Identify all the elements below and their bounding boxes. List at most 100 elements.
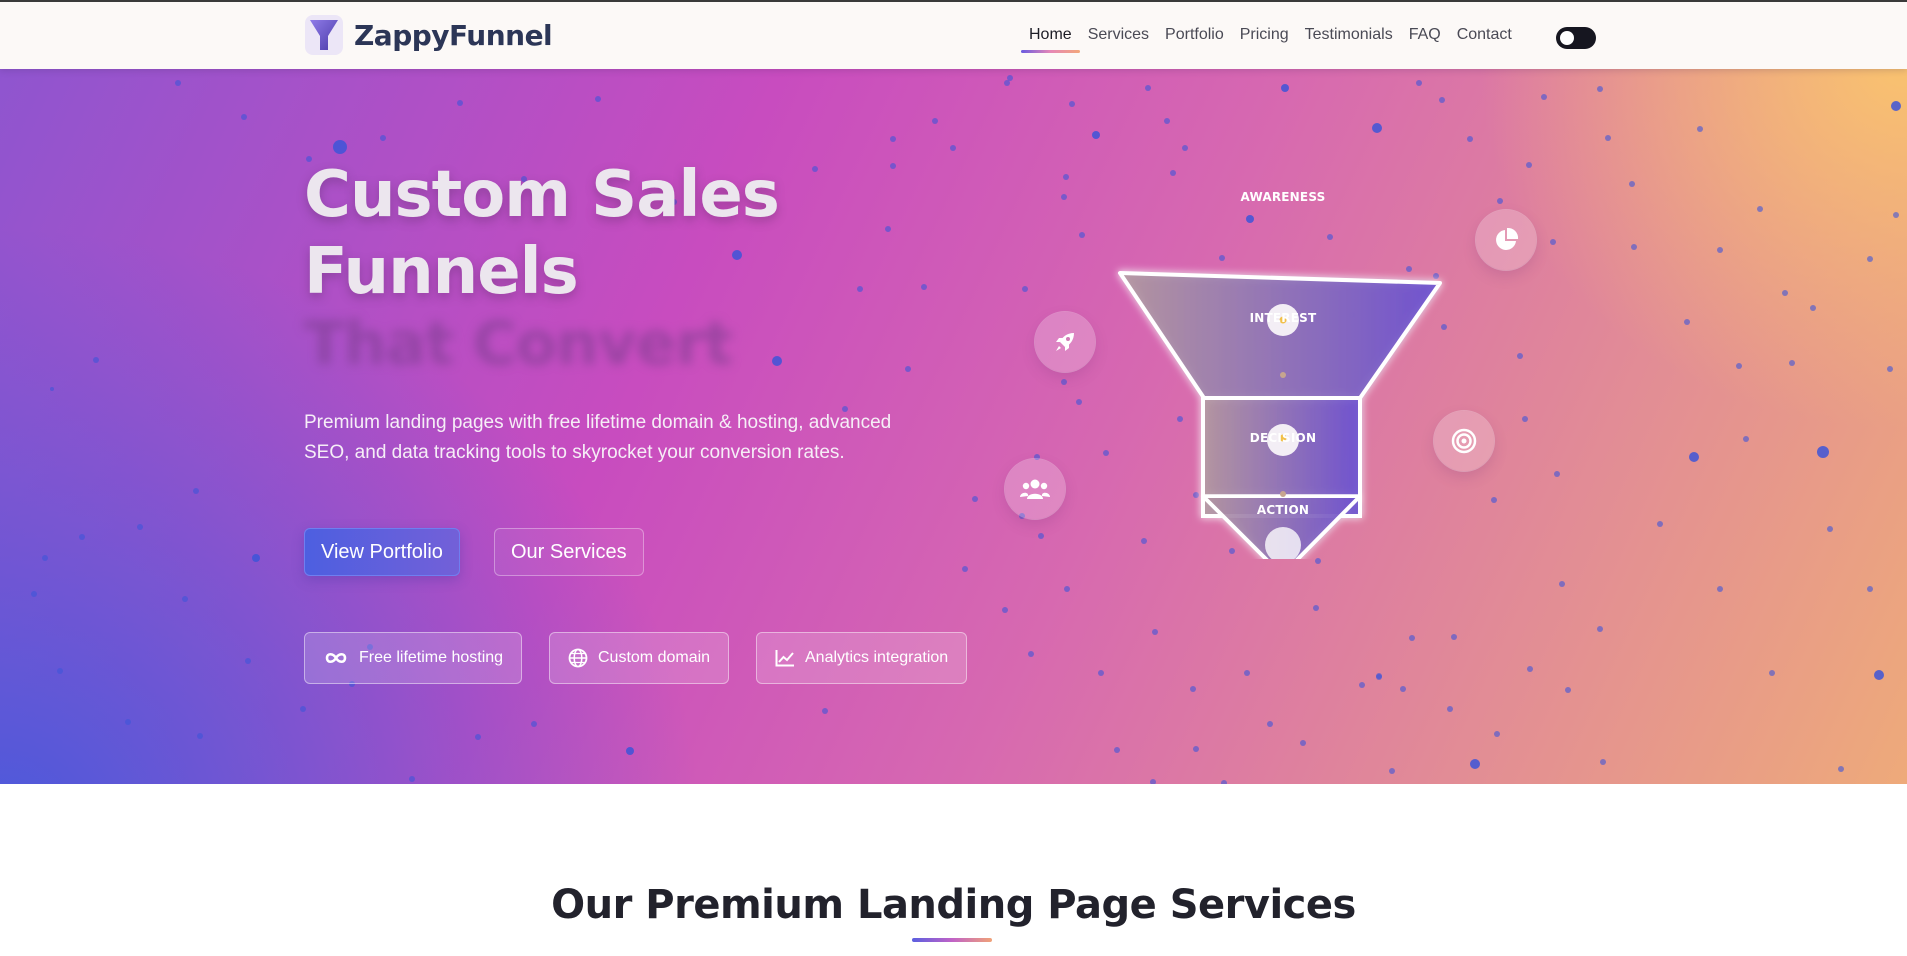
particle-dot	[1657, 521, 1663, 527]
particle-dot	[1182, 145, 1188, 151]
particle-dot	[890, 163, 896, 169]
particle-dot	[1061, 379, 1067, 385]
particle-dot	[1782, 290, 1788, 296]
users-orb	[1005, 459, 1065, 519]
particle-dot	[1526, 162, 1532, 168]
particle-dot	[1164, 118, 1170, 124]
particle-dot	[1893, 212, 1899, 218]
particle-dot	[1597, 86, 1603, 92]
feature-badge-domain: Custom domain	[549, 632, 730, 684]
nav-link-portfolio[interactable]: Portfolio	[1157, 26, 1232, 44]
particle-dot	[885, 226, 891, 232]
brand-link[interactable]: ZappyFunnel	[304, 14, 553, 56]
particle-dot	[1817, 446, 1829, 458]
particle-dot	[1554, 471, 1560, 477]
particle-dot	[475, 734, 481, 740]
nav-links: Home Services Portfolio Pricing Testimon…	[1021, 26, 1520, 53]
globe-icon	[568, 648, 588, 668]
particle-dot	[1717, 247, 1723, 253]
particle-dot	[1689, 452, 1699, 462]
pie-chart-orb	[1476, 210, 1536, 270]
rocket-orb	[1035, 312, 1095, 372]
particle-dot	[93, 357, 99, 363]
particle-dot	[1597, 626, 1603, 632]
particle-dot	[1098, 670, 1104, 676]
particle-dot	[1684, 319, 1690, 325]
particle-dot	[1372, 123, 1382, 133]
particle-dot	[1300, 740, 1306, 746]
particle-dot	[1789, 360, 1795, 366]
particle-dot	[1409, 635, 1415, 641]
particle-dot	[457, 100, 463, 106]
particle-dot	[626, 747, 634, 755]
hero-title-line-2: Funnels	[304, 235, 579, 309]
particle-dot	[57, 668, 63, 674]
particle-dot	[1887, 366, 1893, 372]
nav-link-pricing[interactable]: Pricing	[1232, 26, 1297, 44]
particle-dot	[1631, 244, 1637, 250]
particle-dot	[921, 284, 927, 290]
particle-dot	[1064, 586, 1070, 592]
funnel-logo-icon	[305, 15, 343, 55]
particle-dot	[1152, 629, 1158, 635]
particle-dot	[1867, 256, 1873, 262]
services-title-underline	[912, 938, 992, 942]
particle-dot	[1550, 239, 1556, 245]
dark-mode-toggle[interactable]	[1556, 27, 1596, 49]
particle-dot	[1470, 759, 1480, 769]
funnel-label-awareness: AWARENESS	[1240, 190, 1326, 204]
particle-dot	[531, 721, 537, 727]
particle-dot	[1491, 497, 1497, 503]
pie-chart-icon	[1496, 227, 1519, 250]
infinity-icon	[325, 652, 347, 664]
particle-dot	[137, 524, 143, 530]
particle-dot	[300, 706, 306, 712]
nav-link-faq[interactable]: FAQ	[1401, 26, 1449, 44]
hero-description: Premium landing pages with free lifetime…	[304, 412, 892, 463]
particle-dot	[42, 555, 48, 561]
our-services-button[interactable]: Our Services	[494, 528, 644, 576]
particle-dot	[1717, 586, 1723, 592]
services-section-title: Our Premium Landing Page Services	[551, 882, 1356, 928]
particle-dot	[245, 658, 251, 664]
funnel-label-action: ACTION	[1256, 503, 1310, 517]
nav-link-services[interactable]: Services	[1080, 26, 1157, 44]
hero-section: Custom Sales Funnels That Convert Premiu…	[0, 69, 1907, 784]
particle-dot	[380, 135, 386, 141]
particle-dot	[1190, 686, 1196, 692]
particle-dot	[1061, 194, 1067, 200]
particle-dot	[595, 96, 601, 102]
target-icon	[1451, 428, 1477, 454]
particle-dot	[1736, 363, 1742, 369]
particle-dot	[1769, 670, 1775, 676]
particle-dot	[182, 596, 188, 602]
nav-link-contact[interactable]: Contact	[1449, 26, 1520, 44]
particle-dot	[1522, 416, 1528, 422]
view-portfolio-button[interactable]: View Portfolio	[304, 528, 460, 576]
navbar: ZappyFunnel Home Services Portfolio Pric…	[0, 0, 1907, 69]
particle-dot	[1757, 206, 1763, 212]
particle-dot	[333, 140, 347, 154]
particle-dot	[1038, 533, 1044, 539]
particle-dot	[125, 719, 131, 725]
particle-dot	[1028, 651, 1034, 657]
nav-link-testimonials[interactable]: Testimonials	[1297, 26, 1401, 44]
particle-dot	[950, 145, 956, 151]
particle-dot	[932, 118, 938, 124]
nav-link-home[interactable]: Home	[1021, 26, 1080, 53]
feature-badge-hosting: Free lifetime hosting	[304, 632, 523, 684]
hero-title: Custom Sales Funnels	[304, 157, 780, 311]
particle-dot	[1447, 706, 1453, 712]
rocket-icon	[1056, 333, 1074, 351]
feature-label: Analytics integration	[805, 649, 949, 666]
particle-dot	[1114, 747, 1120, 753]
particle-dot	[1221, 780, 1227, 784]
particle-dot	[1400, 686, 1406, 692]
hero-title-typing-line: That Convert	[304, 309, 733, 379]
particle-dot	[409, 776, 415, 782]
particle-dot	[1002, 607, 1008, 613]
users-icon	[1020, 479, 1050, 499]
particle-dot	[1244, 670, 1250, 676]
particle-dot	[1069, 101, 1075, 107]
feature-label: Free lifetime hosting	[359, 649, 504, 666]
